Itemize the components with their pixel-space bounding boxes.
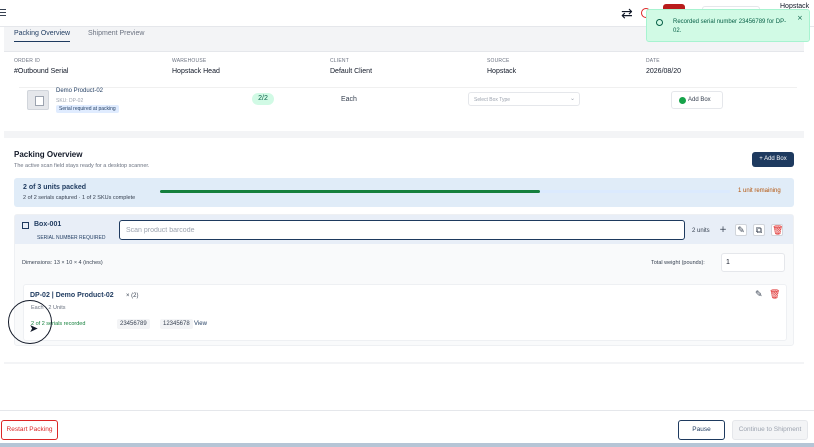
order-summary-card: ORDER ID #Outbound Serial WAREHOUSE Hops… (4, 51, 804, 131)
field-label: SOURCE (487, 58, 510, 64)
menu-icon[interactable] (0, 9, 6, 17)
check-circle-icon (656, 19, 663, 26)
section-subtitle: The active scan field stays ready for a … (14, 163, 150, 169)
units-remaining: 1 unit remaining (738, 188, 781, 194)
date-field: DATE 2026/08/20 (646, 58, 681, 75)
product-sku: SKU: DP-02 (56, 98, 84, 104)
box-dimensions: Dimensions: 13 × 10 × 4 (inches) (22, 260, 103, 266)
scan-barcode-input[interactable] (119, 220, 685, 240)
field-value: Default Client (330, 68, 373, 75)
field-label: CLIENT (330, 58, 349, 64)
close-icon[interactable]: × (797, 14, 803, 22)
serial-requirement-label: SERIAL NUMBER REQUIRED (37, 235, 106, 241)
progress-bar (160, 190, 730, 193)
serial-chip: 12345678 (160, 319, 193, 329)
weight-input[interactable] (721, 253, 785, 272)
packed-line-item: DP-02 | Demo Product-02 × (2) Each · 2 U… (23, 284, 787, 341)
cursor-pointer-icon: ➤ (29, 322, 39, 335)
add-box-button[interactable]: + Add Box (752, 152, 794, 167)
product-image (27, 90, 49, 110)
field-value: 2026/08/20 (646, 68, 682, 75)
unit-of-measure: Each (341, 96, 357, 103)
duplicate-icon[interactable]: ⧉ (753, 224, 765, 236)
packing-overview-card: Packing Overview The active scan field s… (4, 138, 804, 362)
plus-circle-icon (679, 97, 686, 104)
chevron-down-icon: ⌄ (569, 95, 575, 102)
field-label: ORDER ID (14, 58, 41, 64)
field-value: Hopstack Head (172, 68, 220, 75)
edit-icon[interactable]: ✎ (735, 224, 747, 236)
delete-icon[interactable]: 🗑 (771, 224, 783, 236)
box-type-select[interactable]: Select Box Type ⌄ (468, 92, 580, 106)
progress-bar-fill (160, 190, 541, 193)
pause-button[interactable]: Pause (678, 420, 725, 440)
trash-icon[interactable]: 🗑 (769, 290, 780, 300)
edit-icon[interactable]: ✎ (755, 290, 763, 300)
footer-bar: Restart Packing Pause Continue to Shipme… (0, 410, 814, 447)
product-name: Demo Product-02 (56, 88, 104, 94)
window-edge (0, 443, 814, 447)
progress-subtitle: 2 of 2 serials captured · 1 of 2 SKUs co… (23, 195, 136, 201)
add-box-label: Add Box (688, 97, 711, 103)
swap-icon[interactable]: ⇄ (621, 6, 633, 22)
line-item-title[interactable]: DP-02 | Demo Product-02 (30, 292, 114, 299)
progress-title: 2 of 3 units packed (23, 184, 87, 191)
source-field: SOURCE Hopstack (487, 58, 516, 75)
field-value: #Outbound Serial (14, 68, 69, 75)
restart-packing-button[interactable]: Restart Packing (1, 420, 58, 440)
section-title: Packing Overview (14, 150, 83, 159)
client-field: CLIENT Default Client (330, 58, 372, 75)
field-label: DATE (646, 58, 660, 64)
toast-message: Recorded serial number 23456789 for DP-0… (673, 19, 787, 34)
box-header: Box-001 SERIAL NUMBER REQUIRED 2 units +… (15, 215, 793, 244)
box-section: Box-001 SERIAL NUMBER REQUIRED 2 units +… (14, 214, 794, 346)
weight-label: Total weight (pounds): (651, 260, 705, 266)
product-row: Demo Product-02 SKU: DP-02 Serial requir… (19, 87, 797, 121)
box-name: Box-001 (34, 221, 62, 228)
cube-icon (22, 222, 29, 229)
view-serials-link[interactable]: View (194, 321, 207, 327)
box-unit-count: 2 units (692, 228, 710, 234)
plus-icon[interactable]: + (717, 224, 729, 236)
box-type-placeholder: Select Box Type (474, 97, 511, 103)
serial-required-badge: Serial required at packing (56, 105, 119, 113)
continue-to-shipment-button[interactable]: Continue to Shipment (732, 420, 808, 440)
progress-summary: 2 of 3 units packed 2 of 2 serials captu… (14, 178, 794, 207)
tab-packing-overview[interactable]: Packing Overview (14, 30, 71, 42)
add-box-row-button[interactable]: Add Box (671, 91, 723, 109)
warehouse-field: WAREHOUSE Hopstack Head (172, 58, 220, 75)
tab-shipment-preview[interactable]: Shipment Preview (88, 30, 144, 41)
success-toast: Recorded serial number 23456789 for DP-0… (646, 9, 810, 42)
field-value: Hopstack (487, 68, 517, 75)
order-id-field: ORDER ID #Outbound Serial (14, 58, 68, 75)
quantity-badge: 2/2 (252, 93, 274, 105)
field-label: WAREHOUSE (172, 58, 207, 64)
serial-chip: 23456789 (117, 319, 150, 329)
line-item-quantity: × (2) (126, 293, 139, 299)
